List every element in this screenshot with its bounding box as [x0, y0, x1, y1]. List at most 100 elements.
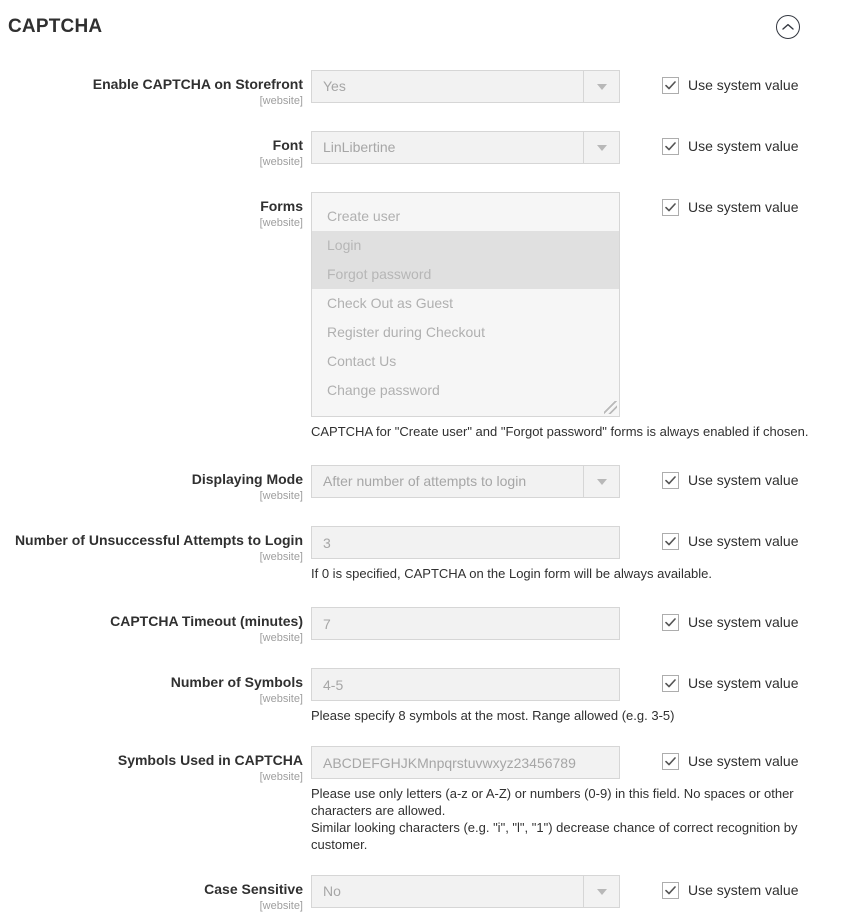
field-scope: [website]	[259, 632, 303, 644]
list-item[interactable]: Forgot password	[312, 260, 619, 289]
chevron-down-icon	[583, 132, 619, 163]
use-system-value-number-of-symbols[interactable]: Use system value	[662, 668, 798, 692]
field-control-area: Please use only letters (a-z or A-Z) or …	[311, 746, 850, 853]
field-row-case-sensitive: Case Sensitive [website] No Use system v…	[0, 875, 850, 914]
checkbox-checked-icon[interactable]	[662, 138, 679, 155]
resize-handle-icon[interactable]	[604, 401, 617, 414]
field-label-group: Number of Symbols [website]	[0, 668, 311, 707]
field-row-forms: Forms [website] Create user Login Forgot…	[0, 192, 850, 440]
field-label: Symbols Used in CAPTCHA	[117, 752, 303, 768]
list-item[interactable]: Change password	[312, 376, 619, 405]
field-hint: If 0 is specified, CAPTCHA on the Login …	[311, 566, 713, 581]
use-system-value-label: Use system value	[688, 753, 799, 769]
multiselect-forms[interactable]: Create user Login Forgot password Check …	[311, 192, 620, 417]
field-scope: [website]	[259, 771, 303, 783]
checkbox-checked-icon[interactable]	[662, 675, 679, 692]
field-scope: [website]	[259, 217, 303, 229]
field-row-captcha-timeout-minutes: CAPTCHA Timeout (minutes) [website] Use …	[0, 607, 850, 646]
field-row-symbols-used-in-captcha: Symbols Used in CAPTCHA [website] Please…	[0, 746, 850, 853]
use-system-value-forms[interactable]: Use system value	[662, 192, 798, 216]
field-label: Number of Unsuccessful Attempts to Login	[14, 532, 303, 548]
select-case-sensitive[interactable]: No	[311, 875, 620, 908]
field-hint-line: Similar looking characters (e.g. "i", "l…	[311, 820, 798, 852]
use-system-value-symbols-used-in-captcha[interactable]: Use system value	[662, 746, 798, 770]
field-label: CAPTCHA Timeout (minutes)	[110, 613, 303, 629]
field-row-font: Font [website] LinLibertine Use system v…	[0, 131, 850, 170]
checkbox-checked-icon[interactable]	[662, 882, 679, 899]
chevron-down-icon	[583, 71, 619, 102]
field-label: Displaying Mode	[191, 471, 303, 487]
field-control-area: LinLibertine Use system value	[311, 131, 850, 164]
select-value: After number of attempts to login	[323, 473, 527, 489]
field-hint-line: Please use only letters (a-z or A-Z) or …	[311, 786, 794, 818]
use-system-value-label: Use system value	[688, 533, 799, 549]
control-main: Create user Login Forgot password Check …	[311, 192, 809, 440]
list-item[interactable]: Create user	[312, 202, 619, 231]
chevron-down-icon	[583, 466, 619, 497]
control-main: After number of attempts to login	[311, 465, 620, 498]
select-value: Yes	[323, 78, 346, 94]
field-label-group: Number of Unsuccessful Attempts to Login…	[0, 526, 311, 565]
control-main: Please specify 8 symbols at the most. Ra…	[311, 668, 674, 724]
field-label: Enable CAPTCHA on Storefront	[92, 76, 303, 92]
captcha-settings-form: Enable CAPTCHA on Storefront [website] Y…	[0, 70, 850, 914]
use-system-value-captcha-timeout-minutes[interactable]: Use system value	[662, 607, 798, 631]
control-main: LinLibertine	[311, 131, 620, 164]
field-control-area: If 0 is specified, CAPTCHA on the Login …	[311, 526, 850, 582]
use-system-value-number-of-unsuccessful-attempts-to-login[interactable]: Use system value	[662, 526, 798, 550]
list-item[interactable]: Check Out as Guest	[312, 289, 619, 318]
control-main: If 0 is specified, CAPTCHA on the Login …	[311, 526, 712, 582]
field-scope: [website]	[259, 693, 303, 705]
field-label: Forms	[260, 198, 303, 214]
use-system-value-label: Use system value	[688, 882, 799, 898]
field-scope: [website]	[259, 156, 303, 168]
checkbox-checked-icon[interactable]	[662, 199, 679, 216]
use-system-value-font[interactable]: Use system value	[662, 131, 798, 155]
use-system-value-label: Use system value	[688, 138, 799, 154]
checkbox-checked-icon[interactable]	[662, 753, 679, 770]
list-item[interactable]: Contact Us	[312, 347, 619, 376]
select-enable-captcha-on-storefront[interactable]: Yes	[311, 70, 620, 103]
list-item[interactable]: Register during Checkout	[312, 318, 619, 347]
field-scope: [website]	[259, 551, 303, 563]
use-system-value-displaying-mode[interactable]: Use system value	[662, 465, 798, 489]
use-system-value-label: Use system value	[688, 199, 799, 215]
field-label-group: Enable CAPTCHA on Storefront [website]	[0, 70, 311, 109]
input-number-of-symbols[interactable]	[311, 668, 620, 701]
input-captcha-timeout-minutes[interactable]	[311, 607, 620, 640]
field-label-group: Forms [website]	[0, 192, 311, 231]
select-font[interactable]: LinLibertine	[311, 131, 620, 164]
select-displaying-mode[interactable]: After number of attempts to login	[311, 465, 620, 498]
section-header: CAPTCHA	[0, 0, 850, 54]
field-label-group: Displaying Mode [website]	[0, 465, 311, 504]
input-number-of-unsuccessful-attempts-to-login[interactable]	[311, 526, 620, 559]
field-control-area: Please specify 8 symbols at the most. Ra…	[311, 668, 850, 724]
checkbox-checked-icon[interactable]	[662, 77, 679, 94]
field-control-area: Create user Login Forgot password Check …	[311, 192, 850, 440]
use-system-value-case-sensitive[interactable]: Use system value	[662, 875, 798, 899]
field-row-number-of-unsuccessful-attempts-to-login: Number of Unsuccessful Attempts to Login…	[0, 526, 850, 582]
list-item[interactable]: Login	[312, 231, 619, 260]
field-row-number-of-symbols: Number of Symbols [website] Please speci…	[0, 668, 850, 724]
chevron-down-icon	[583, 876, 619, 907]
checkbox-checked-icon[interactable]	[662, 614, 679, 631]
field-hint: CAPTCHA for "Create user" and "Forgot pa…	[311, 424, 809, 439]
field-control-area: After number of attempts to login Use sy…	[311, 465, 850, 498]
field-label-group: Case Sensitive [website]	[0, 875, 311, 914]
input-symbols-used-in-captcha[interactable]	[311, 746, 620, 779]
control-main: Please use only letters (a-z or A-Z) or …	[311, 746, 798, 853]
field-row-displaying-mode: Displaying Mode [website] After number o…	[0, 465, 850, 504]
field-scope: [website]	[259, 900, 303, 912]
chevron-up-circle-icon[interactable]	[776, 15, 800, 39]
field-row-enable-captcha-on-storefront: Enable CAPTCHA on Storefront [website] Y…	[0, 70, 850, 109]
use-system-value-enable-captcha-on-storefront[interactable]: Use system value	[662, 70, 798, 94]
field-scope: [website]	[259, 95, 303, 107]
checkbox-checked-icon[interactable]	[662, 533, 679, 550]
page-title: CAPTCHA	[8, 16, 103, 37]
field-label-group: Font [website]	[0, 131, 311, 170]
field-control-area: No Use system value	[311, 875, 850, 908]
checkbox-checked-icon[interactable]	[662, 472, 679, 489]
control-main: Yes	[311, 70, 620, 103]
field-label-group: Symbols Used in CAPTCHA [website]	[0, 746, 311, 785]
use-system-value-label: Use system value	[688, 77, 799, 93]
